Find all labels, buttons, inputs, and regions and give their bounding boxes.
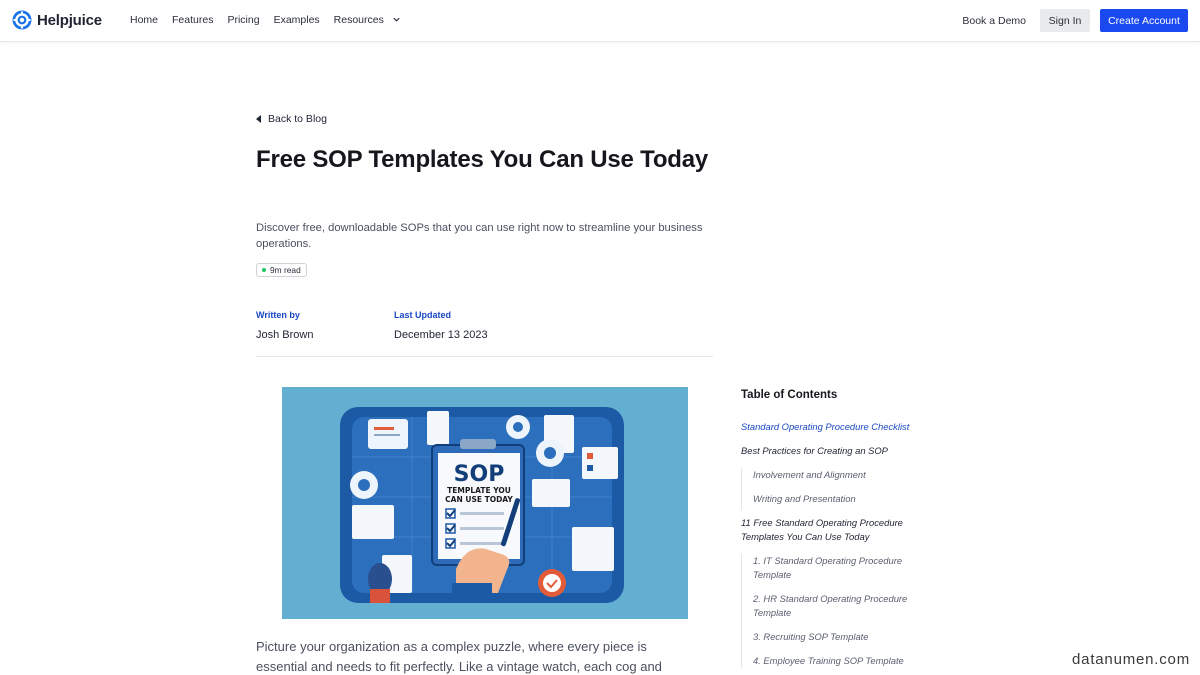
nav-actions: Book a Demo Sign In Create Account bbox=[962, 9, 1188, 32]
back-to-blog-link[interactable]: Back to Blog bbox=[256, 113, 327, 125]
article-title: Free SOP Templates You Can Use Today bbox=[256, 146, 709, 173]
brand-name: Helpjuice bbox=[37, 11, 102, 29]
article-subtitle: Discover free, downloadable SOPs that yo… bbox=[256, 222, 703, 250]
brand-link[interactable]: Helpjuice bbox=[12, 9, 102, 31]
sop-illustration: SOP TEMPLATE YOU CAN USE TODAY bbox=[282, 387, 688, 619]
book-demo-link[interactable]: Book a Demo bbox=[962, 15, 1026, 27]
updated-date: December 13 2023 bbox=[394, 329, 488, 341]
nav-examples-link[interactable]: Examples bbox=[274, 14, 320, 26]
table-of-contents: Standard Operating Procedure Checklist B… bbox=[741, 420, 941, 668]
top-nav: Helpjuice Home Features Pricing Examples… bbox=[0, 0, 1200, 42]
article-body-preview: Picture your organization as a complex p… bbox=[256, 639, 662, 674]
header-divider bbox=[256, 356, 713, 357]
toc-item-it-template[interactable]: 1. IT Standard Operating Procedure Templ… bbox=[742, 554, 922, 582]
read-time-badge: 9m read bbox=[256, 263, 307, 277]
toc-item-involvement[interactable]: Involvement and Alignment bbox=[742, 468, 941, 482]
toc-item-best-practices[interactable]: Best Practices for Creating an SOP bbox=[741, 444, 941, 458]
sign-in-button[interactable]: Sign In bbox=[1040, 9, 1090, 32]
nav-resources-dropdown[interactable]: Resources bbox=[334, 14, 401, 26]
create-account-button[interactable]: Create Account bbox=[1100, 9, 1188, 32]
nav-links: Home Features Pricing Examples Resources bbox=[130, 14, 415, 26]
toc-title: Table of Contents bbox=[741, 389, 838, 401]
written-by-label: Written by bbox=[256, 310, 300, 320]
hero-today-text: CAN USE TODAY bbox=[445, 495, 513, 504]
toc-group-templates: 1. IT Standard Operating Procedure Templ… bbox=[741, 554, 941, 668]
last-updated-label: Last Updated bbox=[394, 310, 452, 320]
hero-template-text: TEMPLATE YOU bbox=[447, 486, 511, 495]
author-name: Josh Brown bbox=[256, 329, 314, 341]
toc-group-best-practices: Involvement and Alignment Writing and Pr… bbox=[741, 468, 941, 510]
hero-sop-text: SOP bbox=[454, 462, 505, 487]
nav-home-link[interactable]: Home bbox=[130, 14, 158, 26]
toc-item-sop-checklist[interactable]: Standard Operating Procedure Checklist bbox=[741, 420, 941, 434]
hero-image: SOP TEMPLATE YOU CAN USE TODAY bbox=[282, 387, 688, 619]
back-arrow-icon bbox=[256, 115, 261, 123]
nav-resources-label: Resources bbox=[333, 14, 384, 26]
chevron-down-icon bbox=[393, 17, 400, 22]
back-to-blog-label: Back to Blog bbox=[268, 113, 327, 125]
nav-features-link[interactable]: Features bbox=[172, 14, 213, 26]
toc-item-free-templates[interactable]: 11 Free Standard Operating Procedure Tem… bbox=[741, 516, 926, 544]
status-dot-icon bbox=[262, 268, 266, 272]
helpjuice-logo-icon bbox=[12, 10, 32, 30]
read-time-label: 9m read bbox=[270, 265, 301, 275]
toc-item-hr-template[interactable]: 2. HR Standard Operating Procedure Templ… bbox=[742, 592, 922, 620]
toc-item-writing[interactable]: Writing and Presentation bbox=[742, 492, 941, 510]
toc-item-training-template[interactable]: 4. Employee Training SOP Template bbox=[742, 654, 941, 668]
nav-pricing-link[interactable]: Pricing bbox=[227, 14, 259, 26]
watermark-text: datanumen.com bbox=[1072, 651, 1190, 668]
toc-item-recruiting-template[interactable]: 3. Recruiting SOP Template bbox=[742, 630, 941, 644]
